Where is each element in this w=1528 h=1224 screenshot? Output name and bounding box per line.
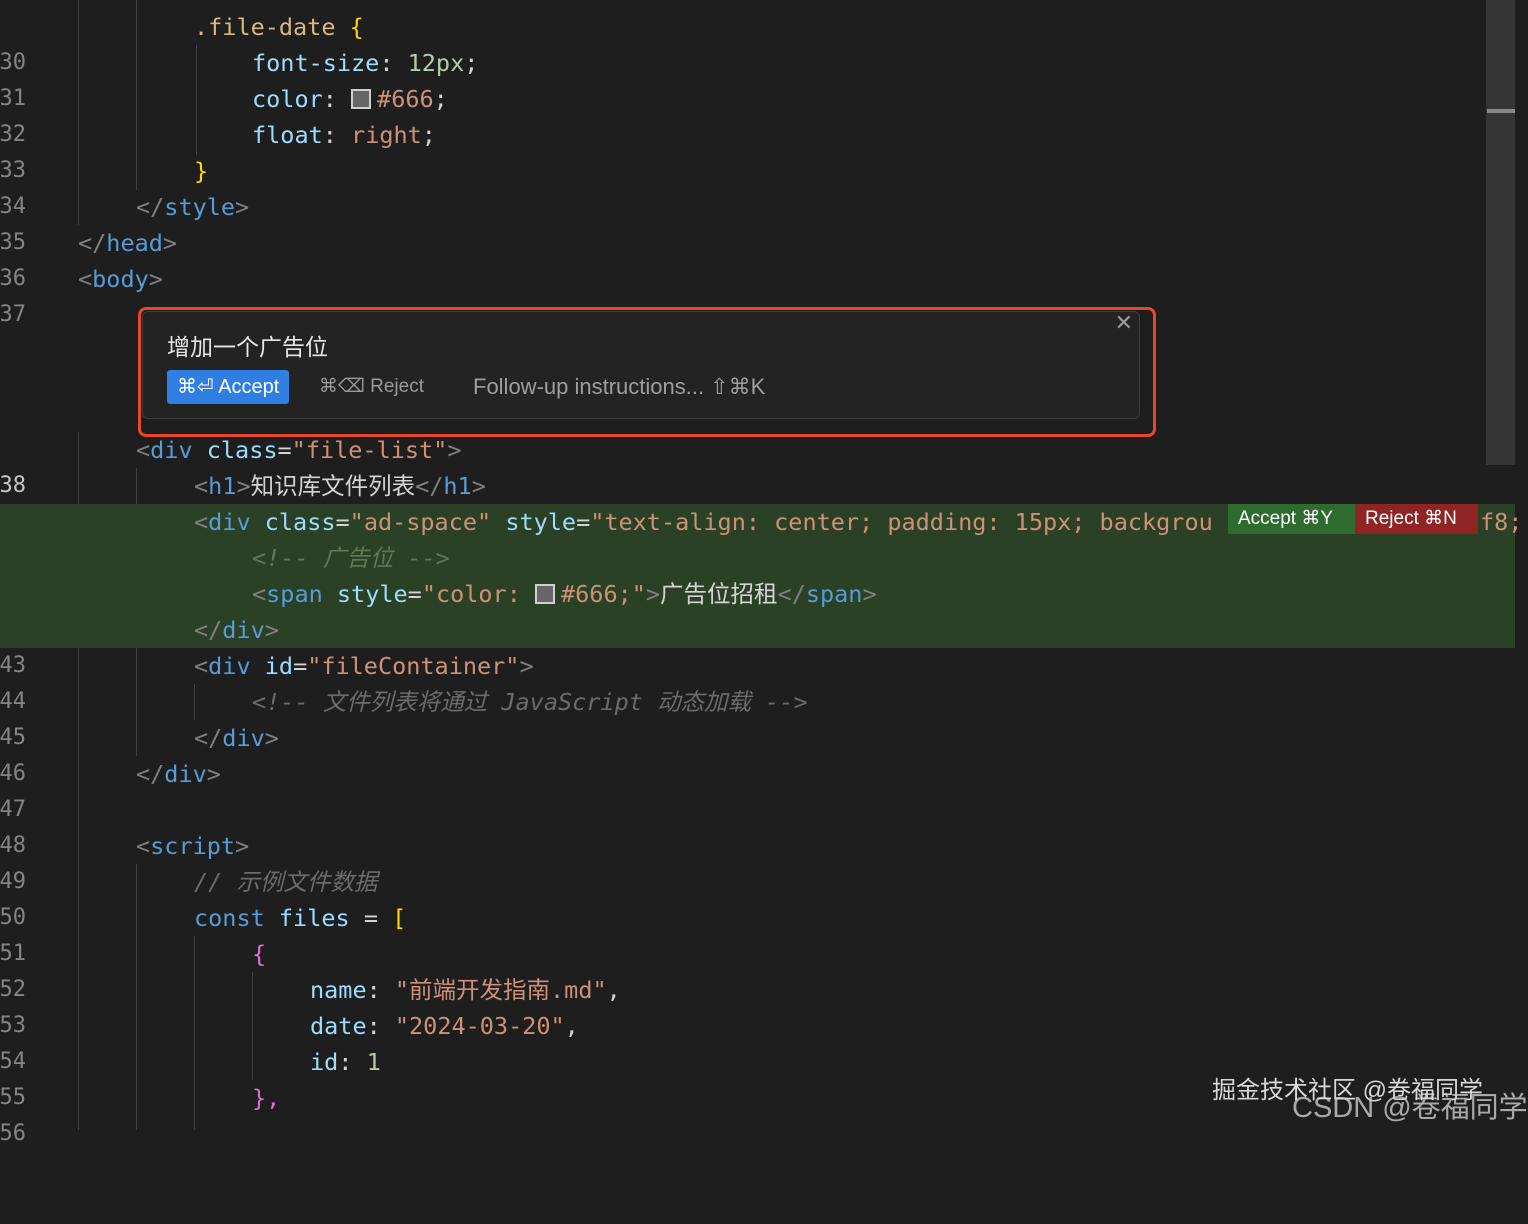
close-icon[interactable]: ✕	[1115, 310, 1133, 336]
css-selector: .file-date	[194, 13, 336, 41]
accept-diff-button[interactable]: Accept ⌘Y	[1228, 504, 1363, 534]
code-line[interactable]: 46 </div>	[0, 720, 1515, 786]
text-content: 广告位招租	[660, 580, 778, 608]
js-keyword: const	[194, 904, 265, 932]
code-line[interactable]: 53 name: "前端开发指南.md",	[0, 972, 1515, 1038]
code-line[interactable]: 54 date: "2024-03-20",	[0, 1008, 1515, 1074]
html-tag: div	[222, 616, 265, 644]
code-line[interactable]: 38 <div class="file-list">	[0, 432, 1515, 498]
html-tag: div	[222, 724, 265, 752]
brace: }	[194, 157, 209, 185]
code-line[interactable]: 31 font-size: 12px;	[0, 45, 1515, 111]
css-value: 12px	[407, 49, 465, 77]
js-comment: // 示例文件数据	[194, 868, 378, 896]
brace: {	[349, 13, 364, 41]
attr-value: "ad-space"	[349, 508, 492, 536]
code-line[interactable]: 52 {	[0, 936, 1515, 1002]
scrollbar-cursor-marker	[1487, 109, 1515, 113]
code-line[interactable]: 39 <h1>知识库文件列表</h1>	[0, 468, 1515, 534]
html-tag: div	[150, 436, 193, 464]
html-tag: head	[106, 229, 163, 257]
code-line[interactable]: 49 <script>	[0, 828, 1515, 894]
line-number: 37	[0, 302, 26, 327]
follow-up-input[interactable]: Follow-up instructions... ⇧⌘K	[473, 370, 765, 404]
code-line[interactable]: 51 const files = [	[0, 900, 1515, 966]
code-line[interactable]: 50 // 示例文件数据	[0, 864, 1515, 930]
code-line[interactable]: 35 </style>	[0, 189, 1515, 255]
brace: {	[252, 940, 267, 968]
code-line[interactable]: 30 .file-date {	[0, 9, 1515, 75]
html-tag: style	[164, 193, 236, 221]
inline-prompt-widget: 增加一个广告位 ✕ ⌘⏎ Accept ⌘⌫ Reject Follow-up …	[142, 310, 1140, 419]
css-property: color	[252, 85, 323, 113]
added-code-line[interactable]: 41 <!-- 广告位 -->	[0, 540, 1515, 606]
html-tag: div	[164, 760, 207, 788]
code-line[interactable]: 44 <div id="fileContainer">	[0, 648, 1515, 714]
js-key: id	[310, 1048, 339, 1076]
js-number: 1	[366, 1048, 381, 1076]
html-tag: h1	[208, 472, 237, 500]
code-line[interactable]: 34 }	[0, 153, 1515, 219]
attr-value: #666;"	[561, 580, 646, 608]
prompt-text: 增加一个广告位	[167, 334, 328, 360]
js-variable: files	[278, 904, 350, 932]
code-line[interactable]: 45 <!-- 文件列表将通过 JavaScript 动态加载 -->	[0, 684, 1515, 750]
reject-button[interactable]: ⌘⌫ Reject	[319, 370, 424, 404]
attr-value: "fileContainer"	[307, 652, 520, 680]
js-string: "前端开发指南.md"	[394, 976, 607, 1004]
text-content: 知识库文件列表	[250, 472, 416, 500]
css-value: #666	[377, 85, 434, 113]
html-comment: <!-- 文件列表将通过 JavaScript 动态加载 -->	[252, 688, 808, 716]
attr-value: "file-list"	[291, 436, 448, 464]
vertical-scrollbar[interactable]	[1486, 0, 1515, 465]
code-line[interactable]: 33 float: right;	[0, 117, 1515, 183]
html-comment: <!-- 广告位 -->	[252, 544, 450, 572]
js-string: "2024-03-20"	[394, 1012, 565, 1040]
brace: },	[252, 1084, 281, 1112]
attr-value: "color:	[421, 580, 535, 608]
color-swatch[interactable]	[535, 584, 555, 604]
code-line[interactable]: 47 </div>	[0, 756, 1515, 822]
code-line[interactable]: 36 </head>	[0, 225, 1515, 291]
html-tag: span	[266, 580, 323, 608]
css-property: float	[252, 121, 323, 149]
html-tag: body	[92, 265, 149, 293]
html-attr: style	[505, 508, 577, 536]
html-attr: class	[206, 436, 278, 464]
html-tag: div	[208, 652, 251, 680]
html-tag: div	[208, 508, 251, 536]
html-tag: span	[805, 580, 863, 608]
html-tag: h1	[443, 472, 472, 500]
css-value: right	[351, 121, 422, 149]
js-operator: =	[363, 904, 378, 932]
line-number: 56	[0, 1121, 26, 1146]
code-editor[interactable]: 30 .file-date { 31 font-size: 12px; 32 c…	[0, 0, 1522, 1146]
html-attr: style	[336, 580, 408, 608]
html-tag: script	[150, 832, 236, 860]
added-code-line[interactable]: 42 <span style="color: #666;">广告位招租</spa…	[0, 576, 1515, 642]
added-code-line[interactable]: 43 </div>	[0, 612, 1515, 678]
watermark-csdn: CSDN @卷福同学	[1292, 1092, 1528, 1124]
html-attr: class	[264, 508, 336, 536]
code-line[interactable]: 48	[0, 792, 1515, 858]
bracket: [	[392, 904, 407, 932]
code-line[interactable]: 37 <body>	[0, 261, 1515, 327]
color-swatch[interactable]	[351, 89, 372, 109]
accept-button[interactable]: ⌘⏎ Accept	[167, 370, 290, 404]
code-line[interactable]: 32 color: #666;	[0, 81, 1515, 147]
css-property: font-size	[252, 49, 380, 77]
reject-diff-button[interactable]: Reject ⌘N	[1355, 504, 1478, 534]
js-key: name	[310, 976, 367, 1004]
attr-value: "text-align: center; padding: 15px; back…	[590, 508, 1213, 536]
attr-value-tail: f8;	[1480, 508, 1523, 536]
html-attr: id	[264, 652, 294, 680]
js-key: date	[310, 1012, 367, 1040]
